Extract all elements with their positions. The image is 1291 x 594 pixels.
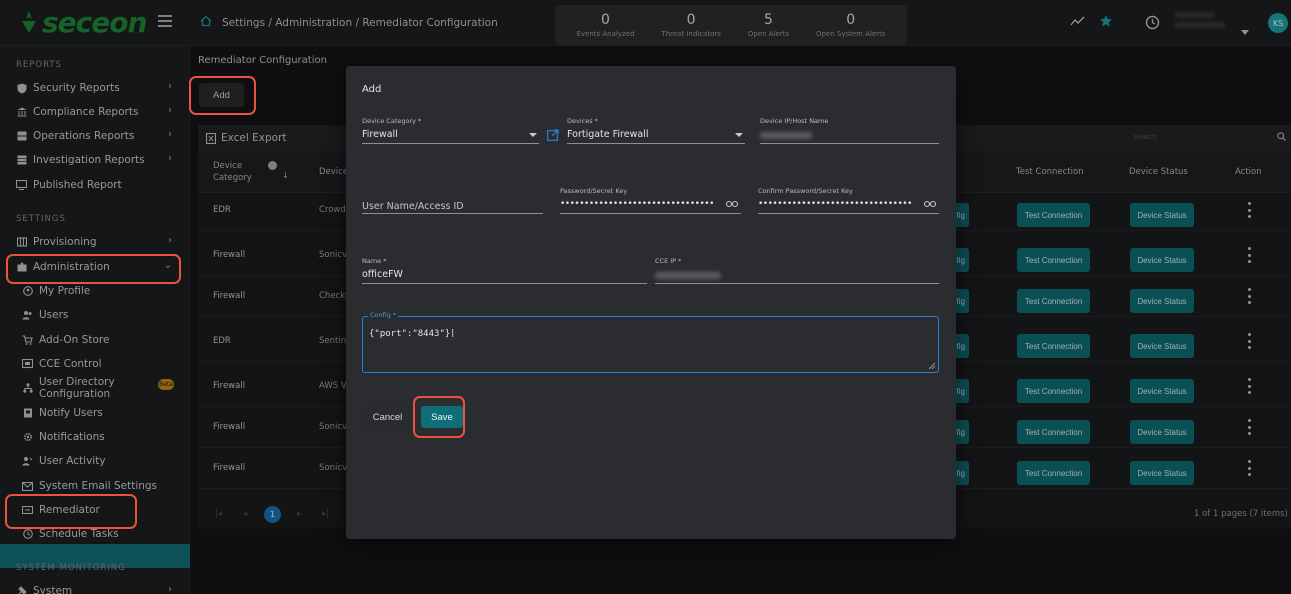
text-cursor-icon: I — [451, 327, 455, 340]
eye-off-icon[interactable] — [725, 199, 739, 209]
cancel-button[interactable]: Cancel — [364, 406, 411, 428]
name-field[interactable]: Name * officeFW — [362, 257, 647, 284]
password-field[interactable]: Password/Secret Key ••••••••••••••••••••… — [560, 187, 741, 214]
add-remediator-dialog: Add Device Category * Firewall Devices *… — [346, 66, 956, 539]
chevron-down-icon — [735, 133, 743, 137]
devices-select[interactable]: Devices * Fortigate Firewall — [567, 117, 745, 144]
eye-off-icon[interactable] — [923, 199, 937, 209]
device-ip-field[interactable]: Device IP/Host Name — [760, 117, 939, 144]
dialog-title: Add — [362, 84, 382, 95]
device-category-select[interactable]: Device Category * Firewall — [362, 117, 539, 144]
cce-ip-blurred — [655, 272, 721, 279]
external-link-icon[interactable] — [547, 129, 559, 141]
save-button[interactable]: Save — [421, 406, 463, 428]
username-field[interactable]: User Name/Access ID — [362, 199, 543, 214]
confirm-password-field[interactable]: Confirm Password/Secret Key ••••••••••••… — [758, 187, 939, 214]
chevron-down-icon — [529, 133, 537, 137]
config-textarea[interactable]: Config * {"port":"8443"} I — [362, 311, 939, 373]
device-ip-blurred — [760, 132, 812, 139]
resize-handle-icon[interactable] — [928, 362, 936, 370]
cce-ip-field[interactable]: CCE IP * — [655, 257, 939, 284]
